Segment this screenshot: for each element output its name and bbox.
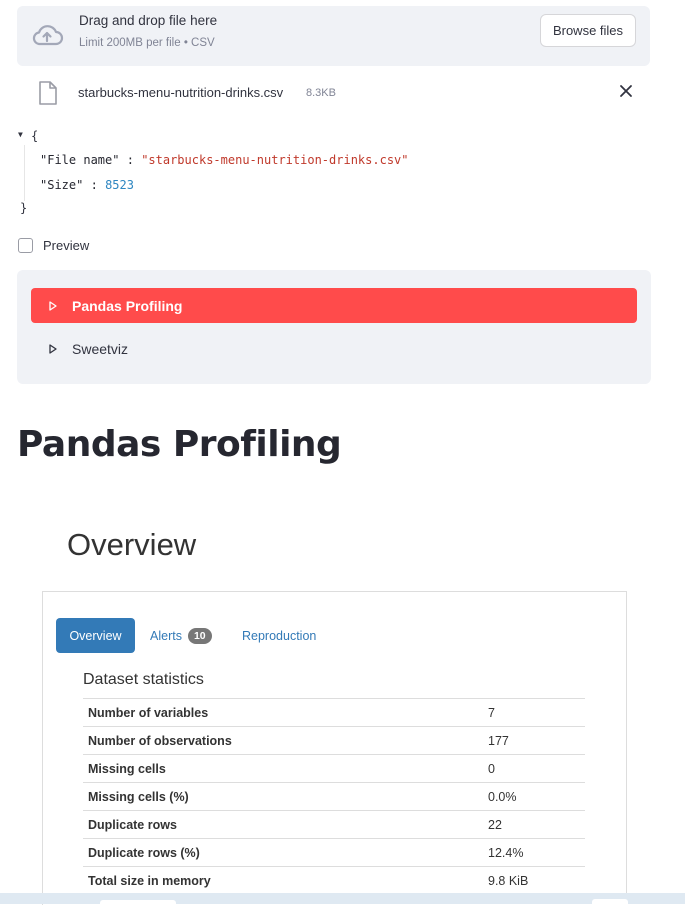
json-key: "File name" [40, 153, 120, 167]
drop-title: Drag and drop file here [79, 13, 218, 28]
table-row: Number of observations 177 [83, 726, 585, 755]
stat-value: 7 [483, 698, 585, 727]
tab-reproduction[interactable]: Reproduction [242, 618, 316, 653]
json-separator: : [126, 153, 134, 167]
preview-label: Preview [43, 237, 90, 253]
stat-value: 177 [483, 726, 585, 755]
drop-limit: Limit 200MB per file • CSV [79, 37, 215, 49]
stat-value: 9.8 KiB [483, 866, 585, 894]
taskbar-tab[interactable] [100, 900, 176, 906]
json-value: "starbucks-menu-nutrition-drinks.csv" [141, 153, 409, 167]
json-entry: "Size" : 8523 [40, 178, 134, 192]
json-key: "Size" [40, 178, 84, 192]
cloud-upload-icon [32, 25, 64, 46]
json-entry: "File name" : "starbucks-menu-nutrition-… [40, 153, 409, 167]
table-row: Missing cells 0 [83, 754, 585, 783]
profile-report: Overview Alerts 10 Reproduction Dataset … [42, 591, 627, 905]
table-row: Duplicate rows 22 [83, 810, 585, 839]
preview-checkbox[interactable] [18, 237, 33, 253]
stat-value: 0 [483, 754, 585, 783]
file-uploader[interactable]: Drag and drop file here Limit 200MB per … [17, 6, 650, 66]
file-size: 8.3KB [306, 87, 336, 99]
collapse-triangle-icon[interactable]: ▼ [18, 130, 23, 139]
play-icon [49, 343, 57, 354]
table-row: Number of variables 7 [83, 698, 585, 727]
json-separator: : [90, 178, 98, 192]
tab-alerts[interactable]: Alerts 10 [150, 618, 212, 653]
tab-overview[interactable]: Overview [56, 618, 135, 653]
menu-item-label: Pandas Profiling [72, 297, 183, 314]
browse-files-button[interactable]: Browse files [540, 14, 636, 47]
preview-checkbox-row[interactable]: Preview [18, 236, 89, 254]
file-icon [39, 81, 57, 105]
table-row: Duplicate rows (%) 12.4% [83, 838, 585, 867]
json-open-brace: { [31, 129, 39, 143]
option-menu: Pandas Profiling Sweetviz [17, 270, 651, 384]
menu-item-sweetviz[interactable]: Sweetviz [31, 331, 637, 366]
stat-value: 0.0% [483, 782, 585, 811]
dataset-statistics-title: Dataset statistics [83, 671, 204, 688]
json-close-brace: } [20, 201, 28, 215]
dataset-statistics-table: Number of variables 7 Number of observati… [83, 698, 585, 894]
table-row: Missing cells (%) 0.0% [83, 782, 585, 811]
stat-label: Missing cells (%) [83, 782, 483, 811]
stat-value: 22 [483, 810, 585, 839]
section-title: Overview [67, 527, 197, 562]
alerts-count-badge: 10 [187, 627, 212, 644]
stat-label: Number of variables [83, 698, 483, 727]
menu-item-label: Sweetviz [72, 340, 129, 357]
play-icon [49, 300, 57, 311]
json-guide-line [24, 145, 25, 201]
page-title: Pandas Profiling [17, 424, 342, 465]
uploaded-file-row: starbucks-menu-nutrition-drinks.csv 8.3K… [17, 76, 650, 110]
stat-label: Number of observations [83, 726, 483, 755]
table-row: Total size in memory 9.8 KiB [83, 866, 585, 894]
close-icon[interactable] [618, 83, 634, 99]
json-viewer: ▼ { "File name" : "starbucks-menu-nutrit… [18, 127, 518, 222]
stat-label: Total size in memory [83, 866, 483, 894]
taskbar-tab[interactable] [592, 899, 628, 905]
menu-item-pandas-profiling[interactable]: Pandas Profiling [31, 288, 637, 323]
stat-label: Duplicate rows [83, 810, 483, 839]
file-name: starbucks-menu-nutrition-drinks.csv [78, 85, 284, 100]
stat-label: Duplicate rows (%) [83, 838, 483, 867]
stat-value: 12.4% [483, 838, 585, 867]
tab-alerts-label: Alerts [150, 628, 182, 643]
stat-label: Missing cells [83, 754, 483, 783]
json-value: 8523 [105, 178, 134, 192]
